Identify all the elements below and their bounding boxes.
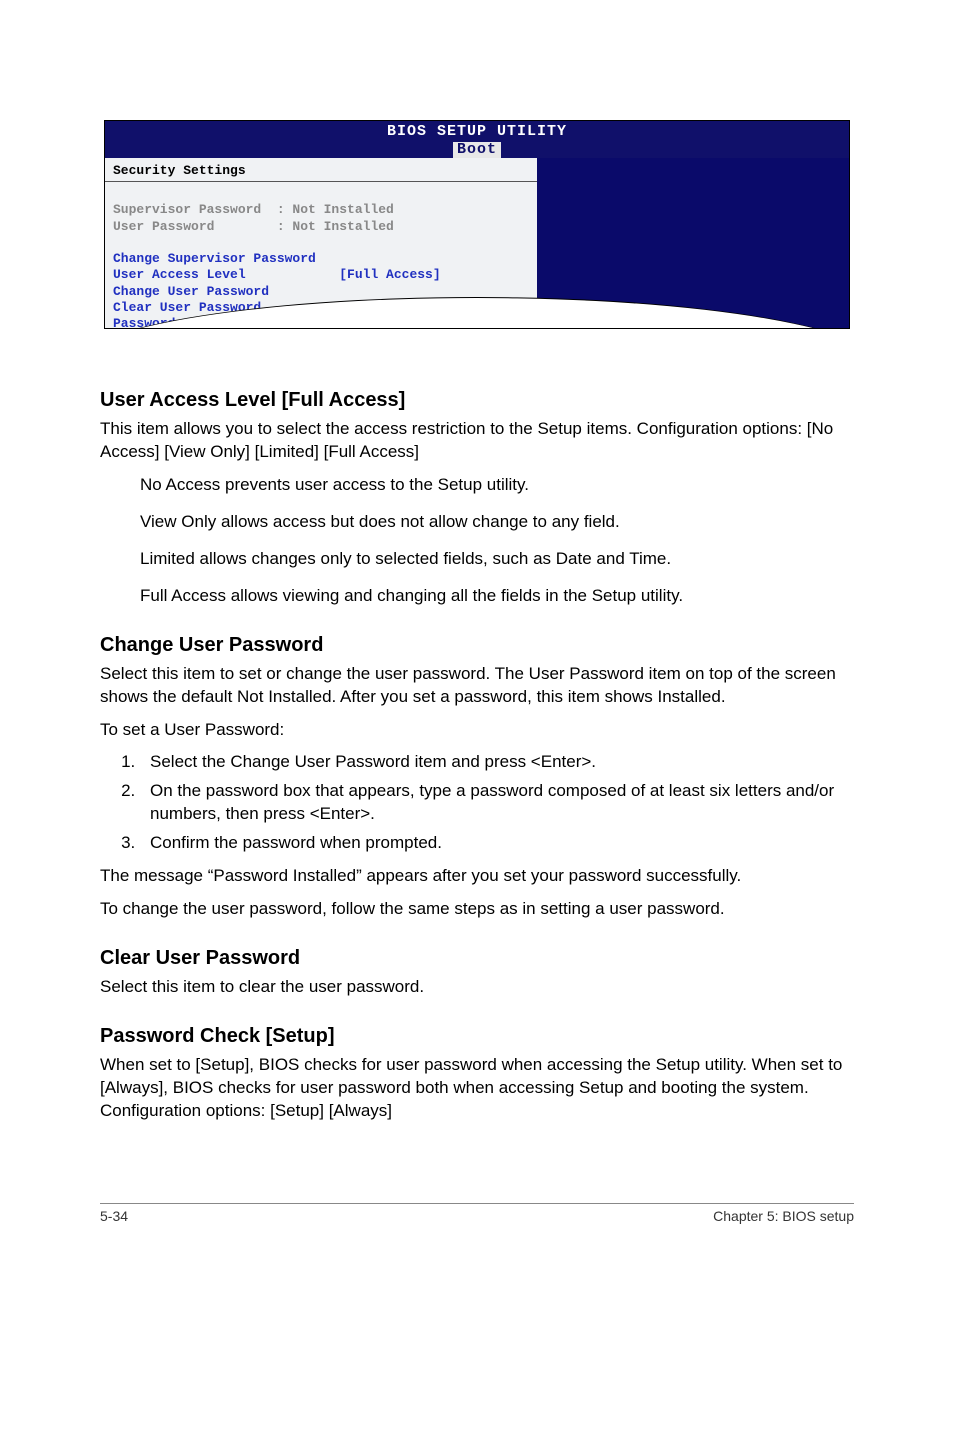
page-footer: 5-34 Chapter 5: BIOS setup <box>100 1203 854 1224</box>
bios-status-lines: Supervisor Password : Not Installed User… <box>113 202 394 233</box>
bios-title-bar: BIOS SETUP UTILITY Boot <box>105 121 849 158</box>
paragraph: Select this item to set or change the us… <box>100 663 854 709</box>
paragraph: To change the user password, follow the … <box>100 898 854 921</box>
bios-screenshot: BIOS SETUP UTILITY Boot Security Setting… <box>104 120 850 329</box>
step-item: On the password box that appears, type a… <box>140 780 854 826</box>
step-item: Select the Change User Password item and… <box>140 751 854 774</box>
access-level-descriptions: No Access prevents user access to the Se… <box>140 474 854 608</box>
bios-title: BIOS SETUP UTILITY <box>105 124 849 141</box>
heading-user-access-level: User Access Level [Full Access] <box>100 389 854 412</box>
paragraph: This item allows you to select the acces… <box>100 418 854 464</box>
steps-list: Select the Change User Password item and… <box>100 751 854 855</box>
paragraph: To set a User Password: <box>100 719 854 742</box>
list-item: View Only allows access but does not all… <box>140 511 854 534</box>
chapter-label: Chapter 5: BIOS setup <box>713 1208 854 1224</box>
step-item: Confirm the password when prompted. <box>140 832 854 855</box>
heading-clear-user-password: Clear User Password <box>100 947 854 970</box>
list-item: Full Access allows viewing and changing … <box>140 585 854 608</box>
bios-active-tab: Boot <box>453 142 501 159</box>
page-number: 5-34 <box>100 1208 128 1224</box>
paragraph: Select this item to clear the user passw… <box>100 976 854 999</box>
list-item: Limited allows changes only to selected … <box>140 548 854 571</box>
bios-section-title: Security Settings <box>105 158 537 182</box>
paragraph: The message “Password Installed” appears… <box>100 865 854 888</box>
heading-password-check: Password Check [Setup] <box>100 1025 854 1048</box>
heading-change-user-password: Change User Password <box>100 634 854 657</box>
list-item: No Access prevents user access to the Se… <box>140 474 854 497</box>
paragraph: When set to [Setup], BIOS checks for use… <box>100 1054 854 1123</box>
